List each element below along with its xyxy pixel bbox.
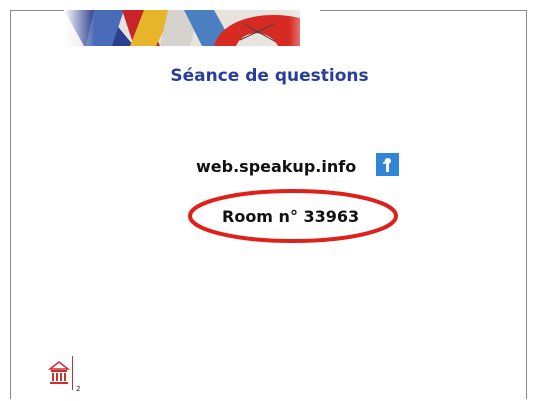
speakup-logo-icon: [376, 153, 399, 176]
slide: Séance de questions web.speakup.info Roo…: [0, 0, 539, 401]
institution-building-icon: [48, 361, 70, 384]
page-number: 2: [76, 385, 81, 393]
speakup-url: web.speakup.info: [196, 157, 357, 176]
logo-divider: [72, 356, 73, 390]
room-number: Room n° 33963: [222, 207, 360, 226]
header-banner-image: [64, 10, 320, 46]
slide-title: Séance de questions: [170, 66, 369, 86]
